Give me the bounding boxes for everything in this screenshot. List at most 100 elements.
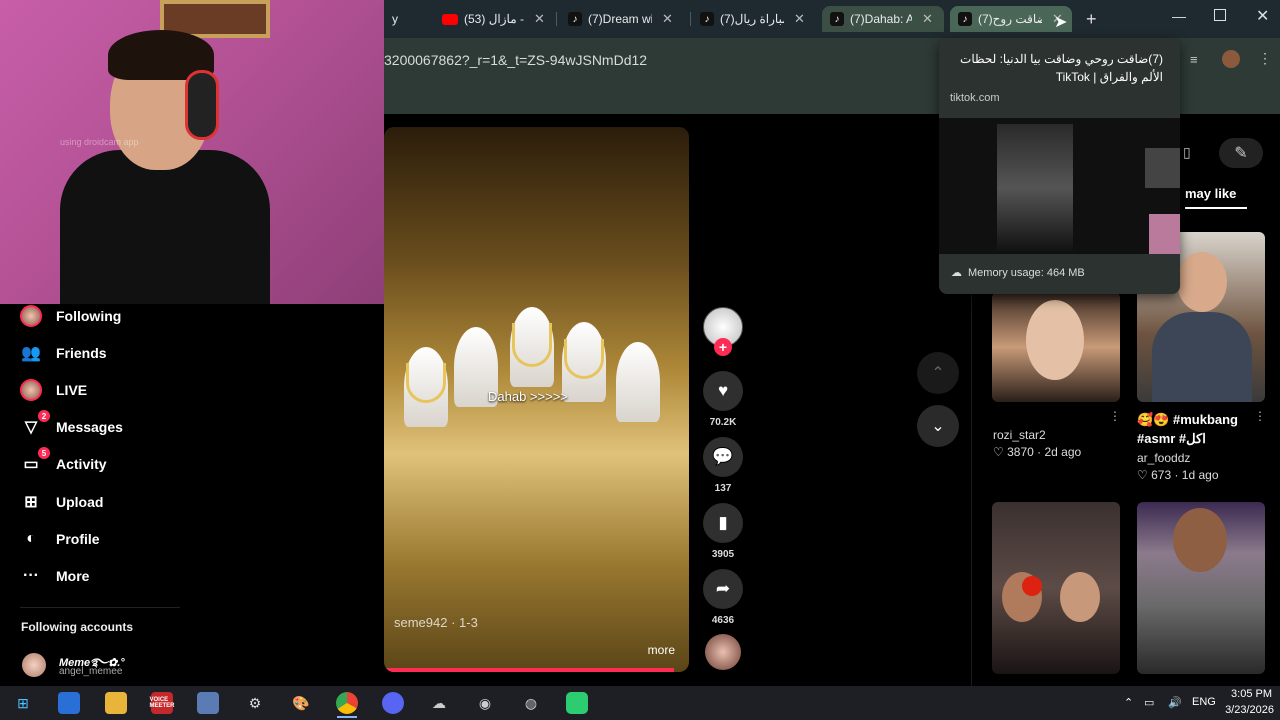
video-thumbnail[interactable] xyxy=(992,292,1120,402)
comment-icon[interactable]: 💬 xyxy=(703,437,743,477)
maximize-icon[interactable] xyxy=(1214,9,1226,21)
sidebar-divider xyxy=(20,607,180,608)
card-menu-icon[interactable]: ⋮ xyxy=(1254,409,1266,423)
close-tab-icon[interactable]: ✕ xyxy=(794,11,805,27)
tab-title: (7)Dahab: A xyxy=(850,12,912,26)
settings-gear-icon[interactable]: ⚙ xyxy=(244,692,266,714)
sidebar-item-activity[interactable]: ▭ 5 Activity xyxy=(20,447,107,475)
save-action[interactable]: ▮ 3905 xyxy=(703,503,743,560)
share-icon[interactable]: ➦ xyxy=(703,569,743,609)
chrome-icon[interactable] xyxy=(336,692,358,714)
card-age: 1d ago xyxy=(1181,468,1219,482)
bookmark-icon[interactable]: ▮ xyxy=(703,503,743,543)
tab-5[interactable]: ♪ (7)Dahab: A ✕ xyxy=(822,6,944,32)
may-like-tab[interactable]: may like xyxy=(1185,186,1236,201)
tiktok-icon: ♪ xyxy=(568,12,582,26)
gold-chain xyxy=(512,323,552,367)
new-tab-icon[interactable]: + xyxy=(1086,9,1097,30)
minimize-icon[interactable]: — xyxy=(1172,8,1186,24)
more-icon: ··· xyxy=(23,567,39,584)
sidebar-item-profile[interactable]: ◐ Profile xyxy=(20,528,99,550)
card-title[interactable]: 🥰😍 #mukbang #asmr #اكل xyxy=(1137,410,1257,448)
reading-list-icon[interactable]: ≡ xyxy=(1190,52,1198,67)
close-window-icon[interactable]: ✕ xyxy=(1256,6,1269,26)
webcam-watermark: using droidcam app xyxy=(60,137,139,147)
tab-title: (7)ضاقت روح xyxy=(978,12,1042,26)
tiktok-icon: ♪ xyxy=(830,12,844,26)
comment-action[interactable]: 💬 137 xyxy=(703,437,743,494)
discord-icon[interactable] xyxy=(382,692,404,714)
language-indicator[interactable]: ENG xyxy=(1192,696,1216,708)
sidebar-item-label: Activity xyxy=(56,456,107,472)
url-text[interactable]: 3200067862?_r=1&_t=ZS-94wJSNmDd12 xyxy=(384,52,647,68)
card-user[interactable]: ar_fooddz xyxy=(1137,451,1190,465)
sidebar-item-live[interactable]: LIVE xyxy=(20,379,87,401)
clock-date[interactable]: 3/23/2026 xyxy=(1218,704,1274,716)
person-shirt xyxy=(60,150,270,304)
tray-chevron-icon[interactable]: ⌃ xyxy=(1124,696,1133,709)
tab-2[interactable]: (53) مازال - L ✕ xyxy=(434,6,554,32)
effects-icon[interactable]: ✎ xyxy=(1219,138,1263,168)
app-icon[interactable]: ◉ xyxy=(474,692,496,714)
video-caption: Dahab >>>>> xyxy=(488,389,568,404)
card-menu-icon[interactable]: ⋮ xyxy=(1109,409,1121,423)
close-tab-icon[interactable]: ✕ xyxy=(534,11,545,27)
video-thumbnail[interactable] xyxy=(1137,502,1265,674)
clock-time[interactable]: 3:05 PM xyxy=(1228,688,1272,700)
menu-dots-icon[interactable]: ⋮ xyxy=(1258,50,1272,67)
tab-title: (7)مباراة ريال xyxy=(720,12,784,26)
windows-start-icon[interactable]: ⊞ xyxy=(12,692,34,714)
network-icon[interactable]: ▭ xyxy=(1144,696,1154,709)
like-action[interactable]: ♥ 70.2K xyxy=(703,371,743,428)
close-tab-icon[interactable]: ✕ xyxy=(662,11,673,27)
card-user[interactable]: rozi_star2 xyxy=(993,428,1046,442)
more-link[interactable]: more xyxy=(648,643,675,657)
video-thumbnail[interactable] xyxy=(992,502,1120,674)
tiktok-icon: ♪ xyxy=(958,12,972,26)
headset xyxy=(185,70,219,140)
music-disc-avatar[interactable] xyxy=(705,634,741,670)
tab-4[interactable]: ♪ (7)مباراة ريال ✕ xyxy=(692,6,818,32)
follow-plus-icon[interactable]: + xyxy=(714,338,732,356)
app-icon[interactable] xyxy=(566,692,588,714)
device-icon[interactable]: ▯ xyxy=(1183,144,1191,161)
volume-icon[interactable]: 🔊 xyxy=(1168,696,1182,709)
app-icon[interactable] xyxy=(197,692,219,714)
tab-title: y xyxy=(392,12,398,26)
file-explorer-icon[interactable] xyxy=(105,692,127,714)
sidebar-item-label: LIVE xyxy=(56,382,88,398)
account-avatar[interactable] xyxy=(22,653,46,677)
sidebar-item-more[interactable]: ··· More xyxy=(20,565,89,587)
video-author[interactable]: seme942 · 1-3 xyxy=(394,615,478,630)
webcam-overlay: using droidcam app xyxy=(0,0,384,304)
app-icon[interactable]: ☁ xyxy=(428,692,450,714)
account-handle: angel_memee xyxy=(59,666,123,677)
tab-1[interactable]: y xyxy=(384,6,432,32)
sidebar-item-messages[interactable]: ▽ 2 Messages xyxy=(20,410,123,438)
save-count: 3905 xyxy=(711,549,735,560)
paint-icon[interactable]: 🎨 xyxy=(290,692,312,714)
close-tab-icon[interactable]: ✕ xyxy=(922,11,933,27)
video-progress-bar[interactable] xyxy=(384,668,674,672)
hover-card-title: (7)ضاقت روحي وضاقت بيا الدنيا: لحظات الأ… xyxy=(960,52,1163,84)
share-count: 4636 xyxy=(711,615,735,626)
sidebar-item-upload[interactable]: ⊞ Upload xyxy=(20,491,103,513)
app-icon[interactable]: ◍ xyxy=(520,692,542,714)
heart-icon[interactable]: ♥ xyxy=(703,371,743,411)
previous-video-button[interactable]: ⌃ xyxy=(917,352,959,394)
messages-icon: ▽ 2 xyxy=(20,410,50,438)
store-icon[interactable] xyxy=(58,692,80,714)
card-likes: 3870 xyxy=(1007,445,1034,459)
profile-avatar[interactable] xyxy=(1222,50,1240,68)
next-video-button[interactable]: ⌄ xyxy=(917,405,959,447)
profile-icon: ◐ xyxy=(26,530,36,547)
video-player[interactable]: Dahab >>>>> seme942 · 1-3 more xyxy=(384,127,689,672)
voicemeeter-icon[interactable]: VOICE MEETER xyxy=(150,692,175,714)
card-age: 2d ago xyxy=(1044,445,1082,459)
youtube-icon xyxy=(442,13,458,25)
sidebar-item-friends[interactable]: 👥 Friends xyxy=(20,342,107,364)
share-action[interactable]: ➦ 4636 xyxy=(703,569,743,626)
hover-card-domain: tiktok.com xyxy=(950,92,1000,104)
tab-3[interactable]: ♪ (7)Dream wi ✕ xyxy=(560,6,688,32)
sidebar-item-following[interactable]: Following xyxy=(20,305,121,327)
